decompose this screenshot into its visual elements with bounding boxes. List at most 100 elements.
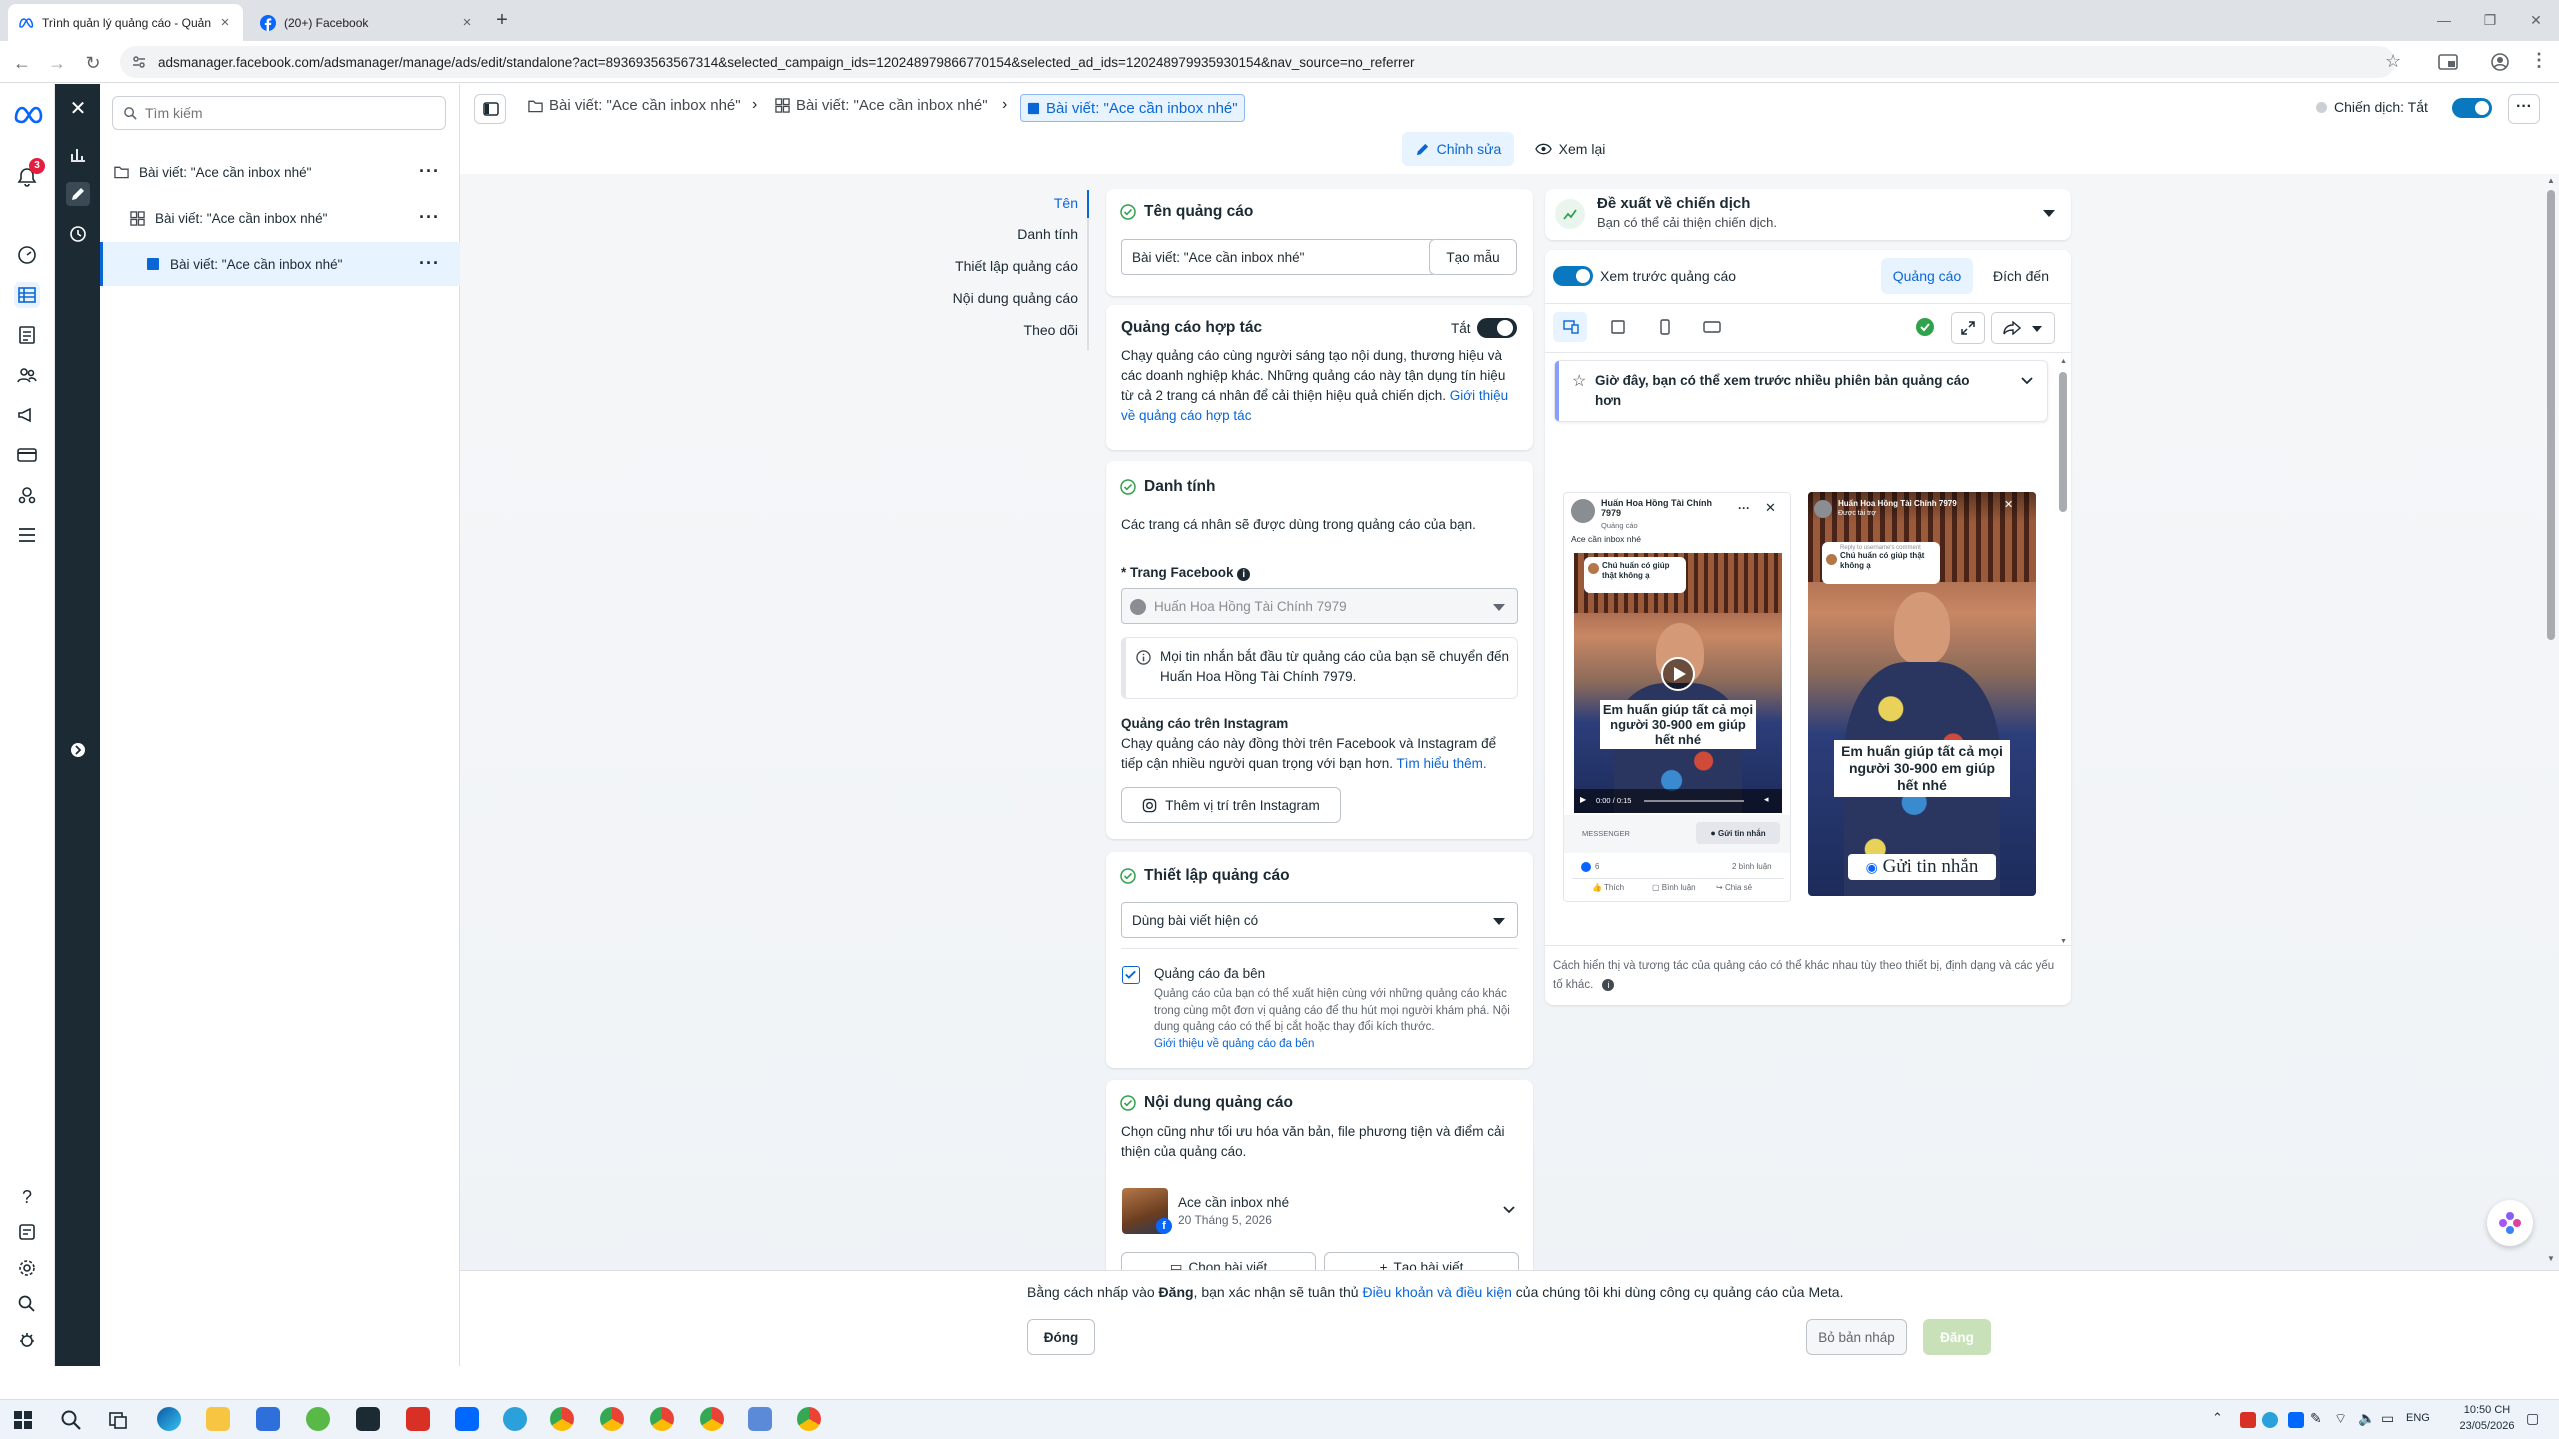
history-icon[interactable] [66,222,90,246]
tray-chevron-up-icon[interactable]: ⌃ [2212,1410,2223,1426]
profile-icon[interactable] [2490,52,2510,72]
meta-logo-icon[interactable] [14,102,44,128]
search-placement-icon[interactable] [1697,312,1727,342]
breadcrumb-ad[interactable]: Bài viết: "Ace cần inbox nhé" [1020,94,1245,122]
terms-link[interactable]: Điều khoản và điều kiện [1362,1284,1511,1300]
story-placement-icon[interactable] [1650,312,1680,342]
performance-icon[interactable] [66,142,90,166]
discard-draft-button[interactable]: Bỏ bản nháp [1806,1319,1907,1355]
chrome-icon[interactable] [797,1407,821,1431]
create-template-button[interactable]: Tạo mẫu [1429,239,1517,275]
section-nav-ad-content[interactable]: Nội dung quảng cáo [953,290,1078,306]
notification-center-icon[interactable]: ▢ [2526,1410,2539,1427]
page-scrollbar[interactable]: ▲ ▼ [2545,176,2557,1266]
store-icon[interactable] [256,1407,280,1431]
tree-search-field[interactable] [112,96,446,130]
learn-more-link[interactable]: Tìm hiểu thêm. [1397,756,1487,771]
power-icon[interactable]: ▭ [2381,1410,2394,1427]
tray-pen-icon[interactable]: ✎ [2310,1410,2322,1427]
close-editor-icon[interactable]: ✕ [66,96,90,120]
chrome-icon[interactable] [700,1407,724,1431]
new-tab-button[interactable]: + [490,8,514,32]
forward-icon[interactable]: → [44,50,70,76]
more-options-icon[interactable]: ··· [419,208,440,226]
app-icon-red[interactable] [406,1407,430,1431]
preview-tab-ad[interactable]: Quảng cáo [1881,258,1973,294]
chrome-icon[interactable] [650,1407,674,1431]
section-nav-name[interactable]: Tên [1054,195,1078,211]
debug-icon[interactable] [14,1327,40,1353]
preview-tab-destination[interactable]: Đích đến [1979,258,2063,294]
help-icon[interactable]: ? [14,1184,40,1210]
all-placements-icon[interactable] [1553,312,1587,342]
settings-icon[interactable] [14,1255,40,1281]
overview-icon[interactable] [14,242,40,268]
section-nav-ad-setup[interactable]: Thiết lập quảng cáo [955,258,1078,274]
close-button[interactable]: Đóng [1027,1319,1095,1355]
breadcrumb-campaign[interactable]: Bài viết: "Ace cần inbox nhé" [528,97,741,114]
toggle-sidebar-icon[interactable] [474,94,506,124]
chrome-icon[interactable] [550,1407,574,1431]
more-options-icon[interactable]: ··· [419,254,440,272]
tree-item-adset[interactable]: Bài viết: "Ace cần inbox nhé" ··· [100,196,460,240]
app-icon-dark[interactable] [356,1407,380,1431]
expand-preview-icon[interactable] [1951,312,1985,344]
review-tab[interactable]: Xem lại [1530,132,1610,166]
chevron-down-icon[interactable] [1503,1206,1515,1214]
back-icon[interactable]: ← [9,50,35,76]
campaigns-icon[interactable] [14,282,40,308]
add-instagram-button[interactable]: Thêm vị trí trên Instagram [1121,787,1341,823]
zalo-icon[interactable] [455,1407,479,1431]
edit-tab[interactable]: Chỉnh sửa [1402,132,1514,166]
campaign-toggle[interactable] [2452,98,2492,118]
reports-icon[interactable] [14,322,40,348]
bookmark-star-icon[interactable]: ☆ [2385,51,2401,72]
section-nav-tracking[interactable]: Theo dõi [1024,322,1078,338]
tree-item-ad[interactable]: Bài viết: "Ace cần inbox nhé" ··· [100,242,460,286]
telegram-icon[interactable] [503,1407,527,1431]
tray-zalo-icon[interactable] [2288,1412,2304,1428]
close-window-icon[interactable]: ✕ [2513,0,2559,41]
file-explorer-icon[interactable] [206,1407,230,1431]
preview-scrollbar[interactable]: ▲ ▼ [2059,358,2067,948]
chrome-icon[interactable] [600,1407,624,1431]
browser-menu-icon[interactable]: ⋮ [2530,50,2548,71]
notifications-icon[interactable]: 3 [14,158,45,190]
all-tools-icon[interactable] [14,522,40,548]
browser-tab-adsmanager[interactable]: Trình quản lý quảng cáo - Quản × [8,4,243,41]
expand-panel-icon[interactable] [66,738,90,762]
search-icon[interactable] [14,1291,40,1317]
close-tab-icon[interactable]: × [459,14,475,31]
task-view-icon[interactable] [108,1410,128,1430]
creative-source-select[interactable]: Dùng bài viết hiện có [1121,902,1518,938]
audiences-icon[interactable] [14,362,40,388]
reload-icon[interactable]: ↻ [80,50,106,76]
site-info-icon[interactable] [131,54,147,70]
ad-preview-toggle[interactable] [1553,266,1593,286]
more-options-icon[interactable]: ··· [2508,94,2540,124]
campaign-recommendations[interactable]: Đề xuất về chiến dịch Bạn có thể cải thi… [1545,189,2071,240]
more-options-icon[interactable]: ··· [419,162,440,180]
publish-button[interactable]: Đăng [1923,1319,1991,1355]
multi-advertiser-link[interactable]: Giới thiệu về quảng cáo đa bên [1154,1038,1314,1050]
edge-icon[interactable] [157,1407,181,1431]
feed-placement-icon[interactable] [1603,312,1633,342]
browser-tab-facebook[interactable]: (20+) Facebook × [250,4,485,41]
ad-name-input[interactable]: Bài viết: "Ace cần inbox nhé" [1121,239,1436,275]
volume-icon[interactable]: 🔈 [2358,1410,2375,1427]
partnership-toggle[interactable] [1477,318,1517,338]
clock[interactable]: 10:50 CH 23/05/2026 [2452,1402,2522,1434]
taskbar-search-icon[interactable] [60,1409,82,1431]
feedback-icon[interactable] [14,1219,40,1245]
tab-search-icon[interactable] [2438,53,2458,71]
network-icon[interactable]: ⌔ [2334,1410,2347,1428]
breadcrumb-adset[interactable]: Bài viết: "Ace cần inbox nhé" [775,97,988,114]
close-tab-icon[interactable]: × [217,14,233,31]
facebook-page-select[interactable]: Huấn Hoa Hồng Tài Chính 7979 [1121,588,1518,624]
app-icon-green[interactable] [306,1407,330,1431]
tree-item-campaign[interactable]: Bài viết: "Ace cần inbox nhé" ··· [100,150,460,194]
multi-advertiser-checkbox[interactable] [1122,966,1140,984]
maximize-icon[interactable]: ❐ [2467,0,2513,41]
ai-assistant-icon[interactable] [2487,1200,2533,1246]
billing-icon[interactable] [14,442,40,468]
